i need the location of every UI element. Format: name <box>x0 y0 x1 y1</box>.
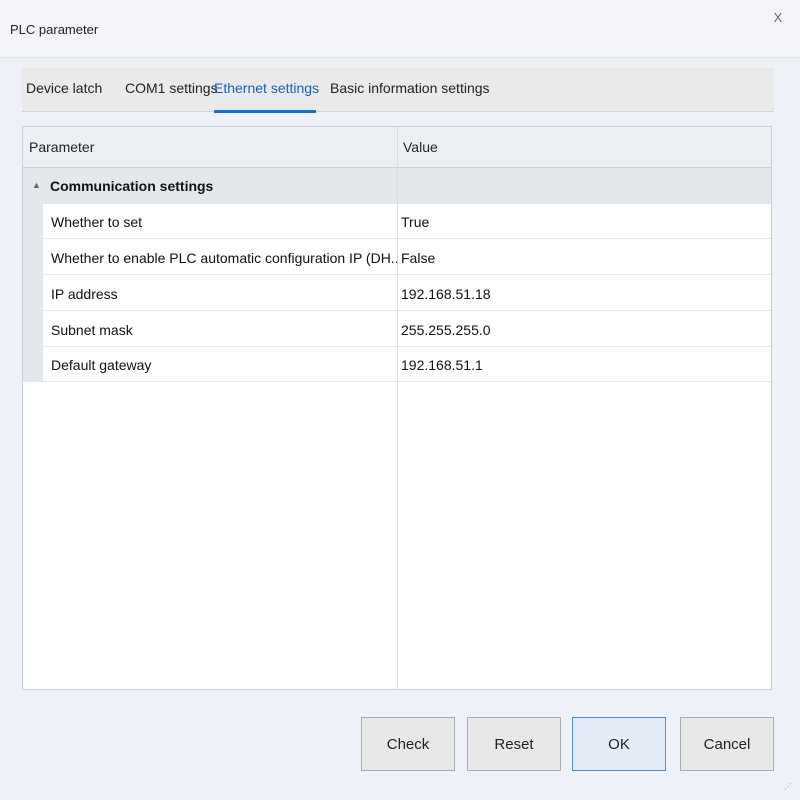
row-parameter: Subnet mask <box>51 322 133 338</box>
collapse-triangle-icon[interactable]: ▲ <box>32 180 41 190</box>
ok-button[interactable]: OK <box>572 717 666 771</box>
row-parameter: Whether to set <box>51 214 143 230</box>
table-row[interactable]: Subnet mask 255.255.255.0 <box>43 312 771 347</box>
row-value[interactable]: False <box>401 250 761 266</box>
table-row[interactable]: Whether to enable PLC automatic configur… <box>43 240 771 275</box>
title-bar: PLC parameter X <box>0 0 800 58</box>
check-button[interactable]: Check <box>361 717 455 771</box>
active-tab-indicator <box>214 110 316 113</box>
row-value[interactable]: 192.168.51.1 <box>401 357 761 373</box>
table-row[interactable]: Whether to set True <box>43 204 771 239</box>
row-gutter <box>23 204 43 382</box>
row-value[interactable]: 255.255.255.0 <box>401 322 761 338</box>
table-row[interactable]: Default gateway 192.168.51.1 <box>43 347 771 382</box>
tab-ethernet-settings[interactable]: Ethernet settings <box>214 80 319 96</box>
resize-grip-icon[interactable]: ⋰ <box>784 782 794 792</box>
tab-device-latch[interactable]: Device latch <box>26 80 102 96</box>
group-label: Communication settings <box>50 178 214 194</box>
tab-basic-information-settings[interactable]: Basic information settings <box>330 80 490 96</box>
cancel-button[interactable]: Cancel <box>680 717 774 771</box>
row-parameter: Whether to enable PLC automatic configur… <box>51 250 397 266</box>
column-header-value[interactable]: Value <box>403 139 438 155</box>
row-value[interactable]: True <box>401 214 761 230</box>
close-icon[interactable]: X <box>768 8 788 28</box>
tab-strip: Device latch COM1 settings Ethernet sett… <box>22 68 774 113</box>
reset-button[interactable]: Reset <box>467 717 561 771</box>
tab-com1-settings[interactable]: COM1 settings <box>125 80 218 96</box>
row-parameter: IP address <box>51 286 118 302</box>
column-header-parameter[interactable]: Parameter <box>29 139 94 155</box>
property-grid: Parameter Value ▲ Communication settings… <box>22 126 772 690</box>
row-parameter: Default gateway <box>51 357 152 373</box>
row-value[interactable]: 192.168.51.18 <box>401 286 761 302</box>
table-row[interactable]: IP address 192.168.51.18 <box>43 276 771 311</box>
plc-parameter-dialog: PLC parameter X Device latch COM1 settin… <box>0 0 800 800</box>
window-title: PLC parameter <box>10 22 99 37</box>
